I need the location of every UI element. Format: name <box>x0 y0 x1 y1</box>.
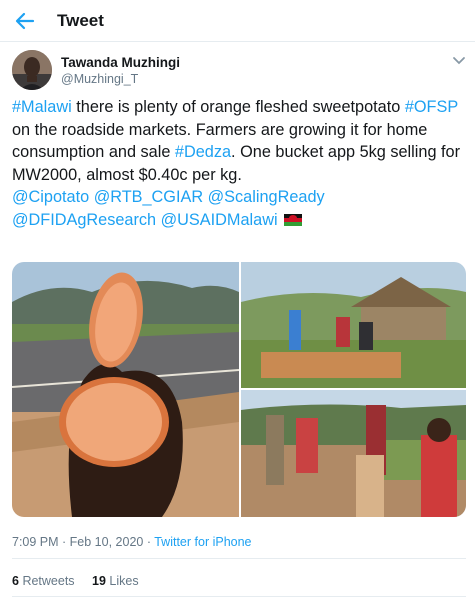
media-grid <box>12 262 466 517</box>
tweet-date[interactable]: Feb 10, 2020 <box>70 535 144 549</box>
hashtag-malawi[interactable]: #Malawi <box>12 98 72 116</box>
arrow-left-icon[interactable] <box>12 8 38 34</box>
top-bar: Tweet <box>0 0 475 42</box>
mention-rtb-cgiar[interactable]: @RTB_CGIAR <box>94 188 203 206</box>
divider <box>12 596 466 597</box>
divider <box>12 558 466 559</box>
photo-children-market[interactable] <box>241 390 466 517</box>
hashtag-dedza[interactable]: #Dedza <box>175 143 231 161</box>
tweet-meta: 7:09 PM · Feb 10, 2020 · Twitter for iPh… <box>12 535 252 549</box>
likes-stat[interactable]: 19 Likes <box>92 574 139 588</box>
mention-dfidagresearch[interactable]: @DFIDAgResearch <box>12 211 156 229</box>
photo-roadside-market[interactable] <box>241 262 466 388</box>
mention-cipotato[interactable]: @Cipotato <box>12 188 89 206</box>
author-handle[interactable]: @Muzhingi_T <box>61 72 138 86</box>
tweet-text-part: there is plenty of orange fleshed sweetp… <box>71 98 405 116</box>
tweet-text: #Malawi there is plenty of orange fleshe… <box>12 96 464 232</box>
hashtag-ofsp[interactable]: #OFSP <box>405 98 458 116</box>
page-title: Tweet <box>57 11 104 30</box>
tweet-source-link[interactable]: Twitter for iPhone <box>154 535 251 549</box>
tweet-stats: 6 Retweets 19 Likes <box>12 574 153 588</box>
malawi-flag-icon <box>284 213 303 226</box>
chevron-down-icon[interactable] <box>452 56 466 66</box>
photo-sweetpotato-hand[interactable] <box>12 262 239 517</box>
author-name[interactable]: Tawanda Muzhingi <box>61 55 180 70</box>
avatar[interactable] <box>12 50 52 90</box>
mention-usaidmalawi[interactable]: @USAIDMalawi <box>161 211 278 229</box>
retweets-stat[interactable]: 6 Retweets <box>12 574 75 588</box>
mention-scalingready[interactable]: @ScalingReady <box>208 188 325 206</box>
tweet-time[interactable]: 7:09 PM <box>12 535 59 549</box>
